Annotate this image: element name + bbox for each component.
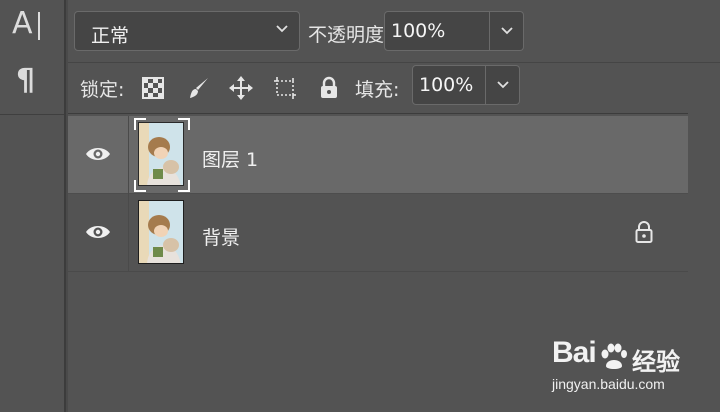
baidu-paw-icon xyxy=(601,343,627,369)
blend-row: 正常 不透明度: 100% xyxy=(68,0,720,63)
opacity-input[interactable]: 100% xyxy=(384,11,490,51)
fill-dropdown-button[interactable] xyxy=(486,65,520,105)
watermark-brand-text: Bai xyxy=(552,336,597,369)
selection-bracket xyxy=(178,180,190,192)
layer-thumbnail-image xyxy=(139,123,183,185)
lock-artboard-icon[interactable] xyxy=(272,75,298,101)
panel-scroll-gutter xyxy=(688,113,720,412)
text-caret xyxy=(38,12,40,40)
layer-thumbnail-image xyxy=(139,201,183,263)
layer-thumbnail[interactable] xyxy=(138,122,184,186)
paragraph-tool-icon[interactable]: ¶ xyxy=(16,64,44,98)
selection-bracket xyxy=(178,118,190,130)
layer-row-layer-1[interactable]: 图层 1 xyxy=(68,116,688,194)
opacity-label: 不透明度: xyxy=(308,24,391,46)
chevron-down-icon xyxy=(276,25,288,33)
blend-mode-select[interactable]: 正常 xyxy=(74,11,300,51)
layer-row-background[interactable]: 背景 xyxy=(68,194,688,272)
blend-mode-value: 正常 xyxy=(91,25,130,47)
visibility-divider xyxy=(128,194,129,272)
selection-bracket xyxy=(134,118,146,130)
chevron-down-icon xyxy=(497,81,509,89)
eye-icon[interactable] xyxy=(84,222,112,242)
watermark-url: jingyan.baidu.com xyxy=(552,376,665,392)
chevron-down-icon xyxy=(501,27,513,35)
lock-image-pixels-icon[interactable] xyxy=(186,75,212,101)
lock-transparent-pixels-icon[interactable] xyxy=(140,75,166,101)
lock-position-icon[interactable] xyxy=(228,75,254,101)
lock-all-icon[interactable] xyxy=(316,75,342,101)
visibility-divider xyxy=(128,116,129,194)
selection-bracket xyxy=(134,180,146,192)
layer-name[interactable]: 图层 1 xyxy=(202,145,258,172)
eye-icon[interactable] xyxy=(84,144,112,164)
baidu-jingyan-watermark: Bai 经验 jingyan.baidu.com xyxy=(552,336,692,398)
tool-divider xyxy=(0,114,64,115)
character-tool-glyph: A xyxy=(12,6,33,41)
watermark-cn-text: 经验 xyxy=(632,348,680,376)
paragraph-tool-glyph: ¶ xyxy=(16,63,36,98)
lock-label: 锁定: xyxy=(80,79,125,101)
character-tool-icon[interactable]: A xyxy=(12,6,44,42)
layer-name[interactable]: 背景 xyxy=(202,223,240,250)
tool-strip: A ¶ xyxy=(0,0,66,412)
fill-label: 填充: xyxy=(355,79,400,101)
layer-thumbnail[interactable] xyxy=(138,200,184,264)
opacity-dropdown-button[interactable] xyxy=(490,11,524,51)
fill-input[interactable]: 100% xyxy=(412,65,486,105)
lock-icon[interactable] xyxy=(634,220,654,244)
